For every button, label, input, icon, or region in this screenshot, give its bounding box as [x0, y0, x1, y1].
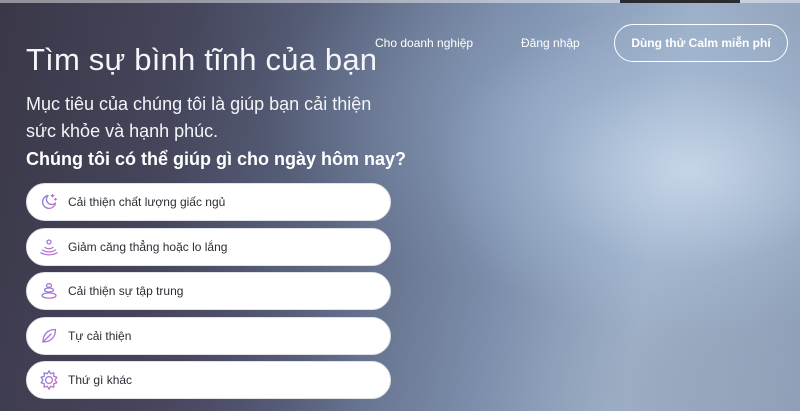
nav-login-link[interactable]: Đăng nhập: [521, 36, 580, 50]
free-trial-button[interactable]: Dùng thử Calm miễn phí: [614, 24, 788, 62]
moon-stars-icon: [39, 192, 59, 212]
help-question: Chúng tôi có thể giúp gì cho ngày hôm na…: [26, 149, 406, 169]
option-improve-focus[interactable]: Cải thiện sự tập trung: [26, 272, 391, 310]
ripple-icon: [39, 237, 59, 257]
sun-icon: [39, 370, 59, 390]
hero-title: Tìm sự bình tĩnh của bạn: [26, 42, 378, 77]
goal-options-list: Cải thiện chất lượng giấc ngủ Giảm căng …: [26, 183, 391, 406]
option-something-else[interactable]: Thứ gì khác: [26, 361, 391, 399]
option-label: Thứ gì khác: [68, 373, 133, 387]
option-label: Cải thiện sự tập trung: [68, 284, 184, 298]
option-label: Cải thiện chất lượng giấc ngủ: [68, 195, 226, 209]
hero-subtitle: Mục tiêu của chúng tôi là giúp bạn cải t…: [26, 94, 372, 141]
nav-for-business-link[interactable]: Cho doanh nghiệp: [375, 36, 473, 50]
option-reduce-stress[interactable]: Giảm căng thẳng hoặc lo lắng: [26, 227, 391, 266]
option-self-improvement[interactable]: Tự cải thiện: [26, 316, 391, 355]
option-label: Giảm căng thẳng hoặc lo lắng: [68, 239, 228, 254]
option-label: Tự cải thiện: [68, 328, 132, 343]
option-improve-sleep[interactable]: Cải thiện chất lượng giấc ngủ: [26, 183, 391, 221]
top-edge-bar: [620, 0, 740, 3]
leaf-icon: [39, 326, 59, 346]
stacked-stones-icon: [39, 281, 59, 301]
